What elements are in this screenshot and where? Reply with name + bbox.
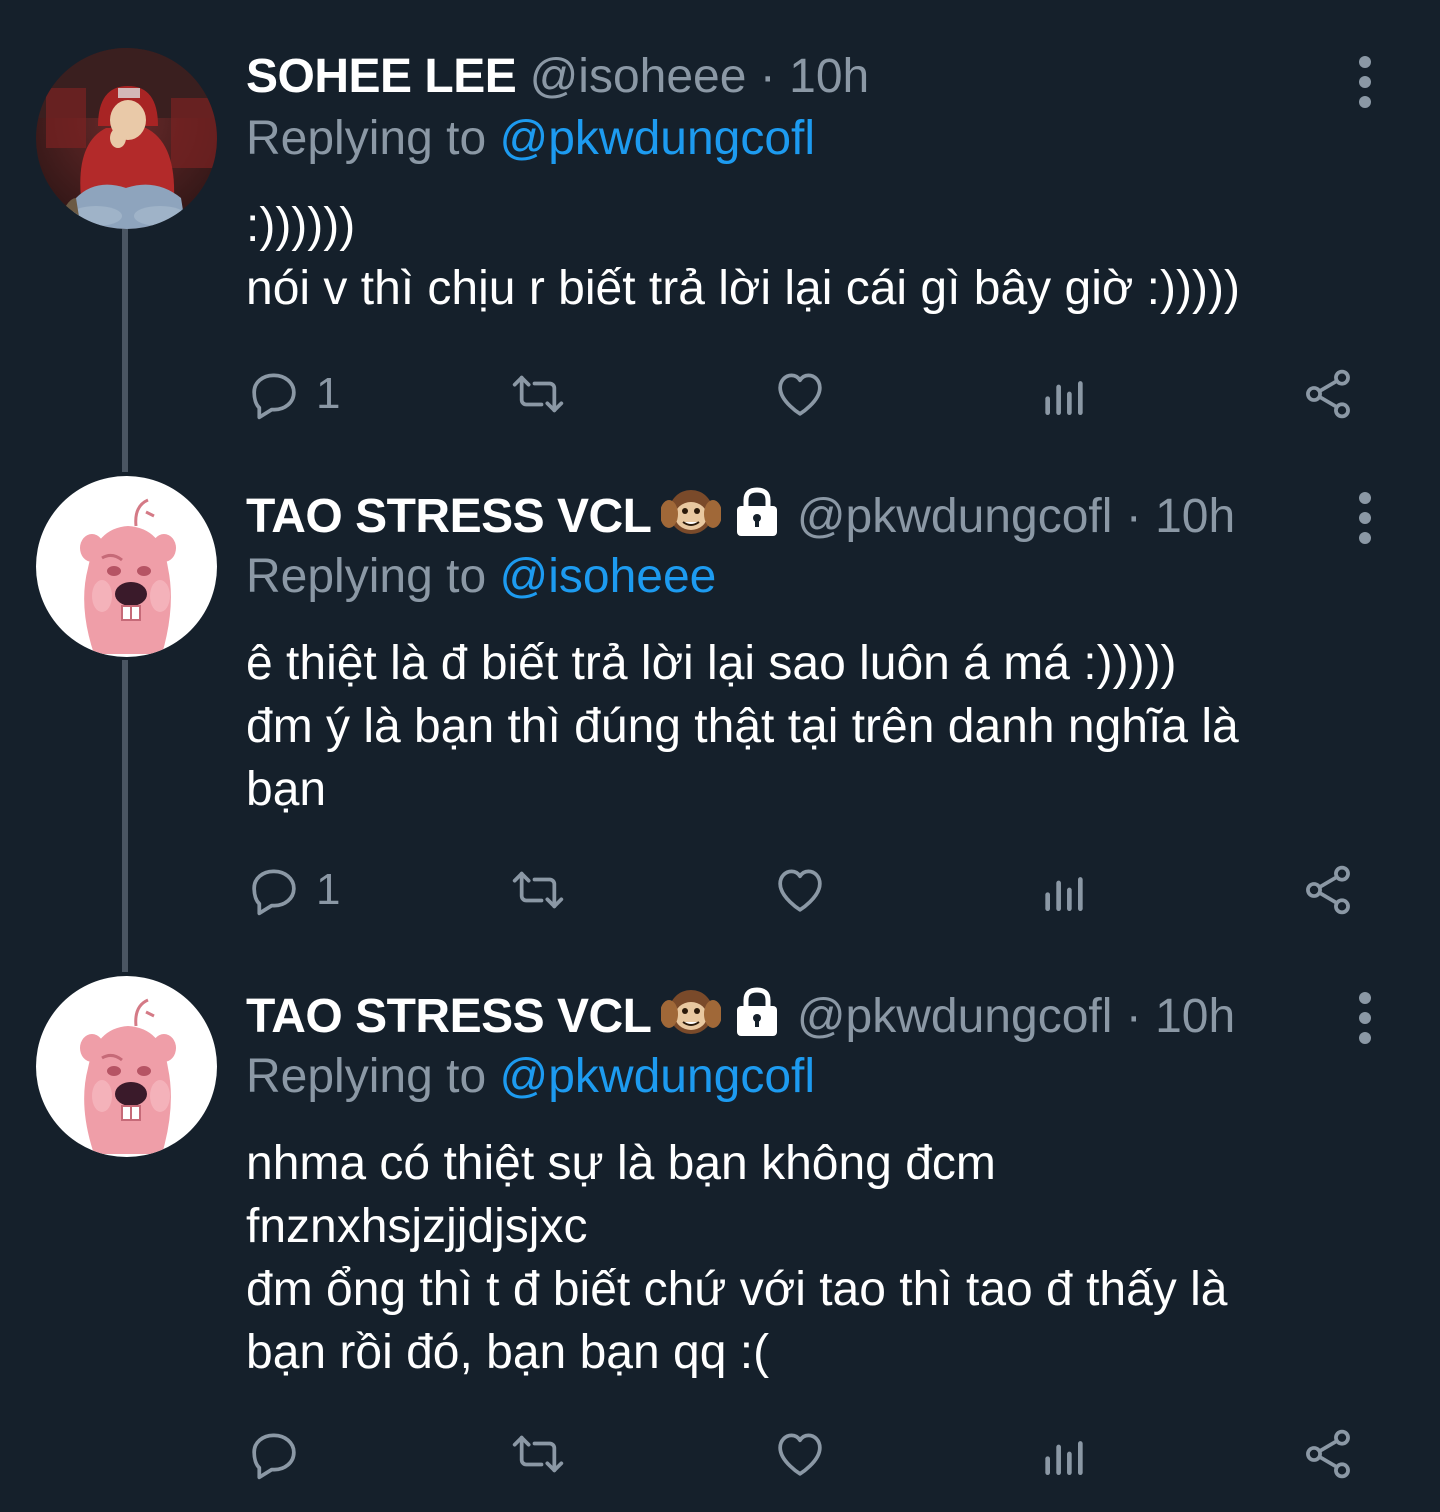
tweet-text-line: nói v thì chịu r biết trả lời lại cái gì… (246, 262, 1240, 315)
separator-dot: · (1125, 990, 1142, 1043)
like-button[interactable] (772, 860, 828, 920)
replying-to-mention[interactable]: @pkwdungcofl (499, 1050, 815, 1103)
replying-to: Replying to @pkwdungcofl (246, 108, 1370, 170)
replying-to: Replying to @pkwdungcofl (246, 1046, 1370, 1108)
timestamp[interactable]: 10h (1155, 990, 1235, 1043)
separator-dot: · (1125, 490, 1142, 543)
tweet-text-line: nhma có thiệt sự là bạn không đcm (246, 1137, 996, 1190)
replying-to-label: Replying to (246, 1050, 487, 1103)
retweet-icon (512, 871, 564, 909)
retweet-button[interactable] (508, 1424, 568, 1484)
more-options-icon[interactable] (1348, 56, 1382, 116)
retweet-icon (512, 375, 564, 413)
display-name[interactable]: TAO STRESS VCL (246, 990, 652, 1043)
share-button[interactable] (1300, 1424, 1356, 1484)
like-button[interactable] (772, 1424, 828, 1484)
tweet[interactable]: SOHEE LEE @isoheee · 10h Replying to @pk… (0, 46, 1440, 426)
tweet-text-line: fnznxhsjzjjdjsjxc (246, 1200, 588, 1253)
hear-no-evil-monkey-emoji (660, 484, 723, 554)
display-name[interactable]: TAO STRESS VCL (246, 490, 652, 543)
tweet-header: TAO STRESS VCL @pkwdungcofl · 10h (246, 484, 1370, 546)
like-icon (778, 1433, 822, 1476)
analytics-icon (1045, 1441, 1083, 1475)
tweet[interactable]: TAO STRESS VCL @pkwdungcofl · 10h Replyi… (0, 976, 1440, 1494)
tweet-text-line: :)))))) (246, 199, 356, 252)
replying-to-mention[interactable]: @isoheee (499, 550, 716, 603)
timestamp[interactable]: 10h (1155, 490, 1235, 543)
analytics-icon (1045, 381, 1083, 415)
reply-button[interactable]: 1 (246, 860, 340, 920)
share-button[interactable] (1300, 860, 1356, 920)
user-handle[interactable]: @pkwdungcofl (797, 490, 1113, 543)
like-icon (778, 373, 822, 416)
share-icon (1306, 865, 1350, 915)
avatar[interactable] (36, 476, 217, 657)
display-name[interactable]: SOHEE LEE (246, 50, 517, 103)
share-icon (1306, 1429, 1350, 1479)
timestamp[interactable]: 10h (789, 50, 869, 103)
tweet-text-line: bạn rồi đó, bạn bạn qq :( (246, 1326, 770, 1379)
retweet-icon (512, 1435, 564, 1473)
tweet-text-line: ê thiệt là đ biết trả lời lại sao luôn á… (246, 637, 1177, 690)
replying-to-label: Replying to (246, 550, 487, 603)
replying-to-mention[interactable]: @pkwdungcofl (499, 112, 815, 165)
tweet-actions: 1 (246, 364, 1366, 424)
reply-icon (252, 373, 296, 420)
separator-dot: · (759, 50, 776, 103)
analytics-button[interactable] (1036, 364, 1092, 424)
replying-to-label: Replying to (246, 112, 487, 165)
tweet-text: nhma có thiệt sự là bạn không đcm fnznxh… (246, 1132, 1370, 1384)
tweet-text-line: bạn (246, 763, 327, 816)
tweet-text: ê thiệt là đ biết trả lời lại sao luôn á… (246, 632, 1370, 821)
tweet-text-line: đm ổng thì t đ biết chứ với tao thì tao … (246, 1263, 1228, 1316)
tweet-actions: 1 (246, 860, 1366, 920)
lock-icon (731, 984, 783, 1054)
replying-to: Replying to @isoheee (246, 546, 1370, 608)
more-options-icon[interactable] (1348, 992, 1382, 1052)
reply-icon (252, 1433, 296, 1480)
avatar[interactable] (36, 48, 217, 229)
retweet-button[interactable] (508, 364, 568, 424)
tweet-header: TAO STRESS VCL @pkwdungcofl · 10h (246, 984, 1370, 1046)
tweet-actions (246, 1424, 1366, 1484)
like-button[interactable] (772, 364, 828, 424)
reply-button[interactable]: 1 (246, 364, 340, 424)
reply-icon (252, 869, 296, 916)
analytics-button[interactable] (1036, 860, 1092, 920)
hear-no-evil-monkey-emoji (660, 984, 723, 1054)
analytics-button[interactable] (1036, 1424, 1092, 1484)
reply-count: 1 (316, 865, 341, 914)
lock-icon (731, 484, 783, 554)
tweet-text-line: đm ý là bạn thì đúng thật tại trên danh … (246, 700, 1239, 753)
tweet-header: SOHEE LEE @isoheee · 10h (246, 46, 1370, 108)
more-options-icon[interactable] (1348, 492, 1382, 552)
tweet[interactable]: TAO STRESS VCL @pkwdungcofl · 10h Replyi… (0, 476, 1440, 924)
avatar[interactable] (36, 976, 217, 1157)
user-handle[interactable]: @pkwdungcofl (797, 990, 1113, 1043)
reply-count: 1 (316, 369, 341, 418)
user-handle[interactable]: @isoheee (530, 50, 747, 103)
like-icon (778, 869, 822, 912)
share-button[interactable] (1300, 364, 1356, 424)
reply-button[interactable] (246, 1424, 316, 1484)
analytics-icon (1045, 877, 1083, 911)
share-icon (1306, 369, 1350, 419)
tweet-text: :)))))) nói v thì chịu r biết trả lời lạ… (246, 194, 1370, 320)
retweet-button[interactable] (508, 860, 568, 920)
